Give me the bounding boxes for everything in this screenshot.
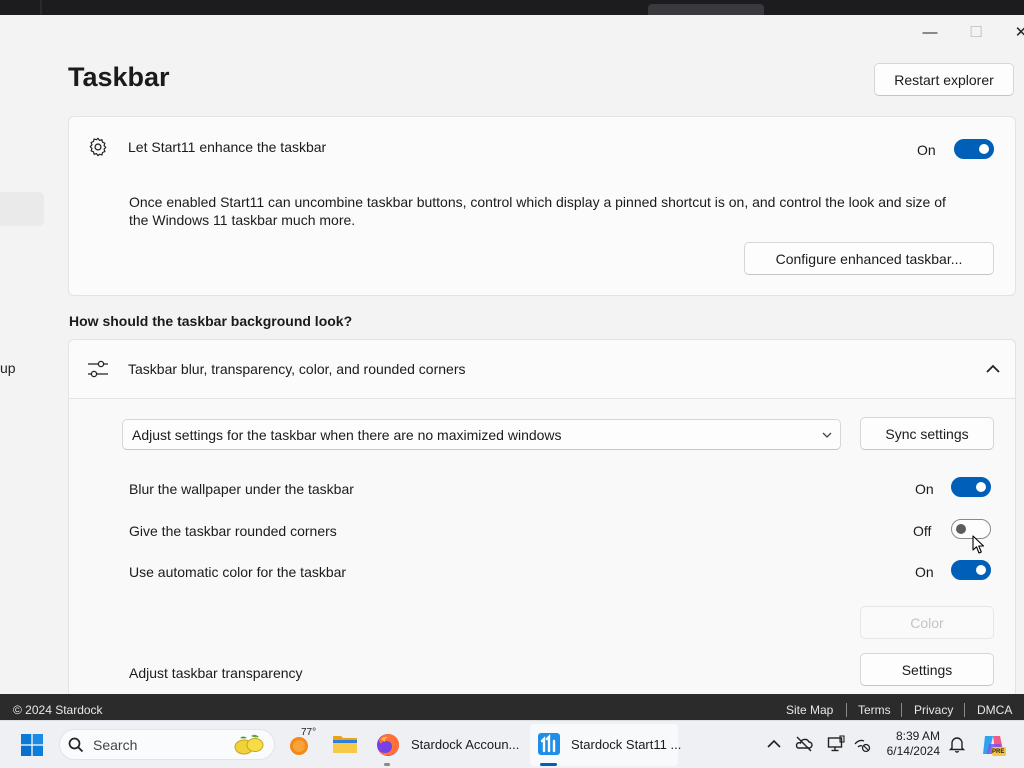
taskbar-clock[interactable]: 8:39 AM 6/14/2024: [886, 729, 940, 759]
running-indicator-browser: [384, 763, 390, 766]
start11-icon[interactable]: [537, 732, 561, 756]
file-explorer-icon[interactable]: [332, 733, 358, 755]
rounded-corners-label: Give the taskbar rounded corners: [129, 523, 337, 539]
transparency-label: Adjust taskbar transparency: [129, 665, 303, 681]
background-expander-body: Adjust settings for the taskbar when the…: [68, 398, 1016, 698]
footer-link-dmca[interactable]: DMCA: [977, 703, 1012, 717]
color-button-disabled[interactable]: Color: [860, 606, 994, 639]
taskbar-search-box[interactable]: Search: [59, 729, 275, 760]
restart-explorer-button[interactable]: Restart explorer: [874, 63, 1014, 96]
clock-time: 8:39 AM: [895, 729, 940, 743]
lemons-highlight-icon: [234, 734, 264, 755]
taskbar-app-label-browser[interactable]: Stardock Accoun...: [411, 737, 519, 752]
background-expander-header[interactable]: Taskbar blur, transparency, color, and r…: [68, 339, 1016, 399]
mouse-cursor-icon: [972, 535, 985, 554]
configure-enhanced-taskbar-button[interactable]: Configure enhanced taskbar...: [744, 242, 994, 275]
background-expander-label: Taskbar blur, transparency, color, and r…: [128, 361, 466, 377]
dropdown-value: Adjust settings for the taskbar when the…: [132, 426, 562, 443]
maximized-state-dropdown[interactable]: Adjust settings for the taskbar when the…: [122, 419, 841, 450]
running-indicator-start11: [540, 763, 557, 766]
sidebar-item-label[interactable]: up: [0, 360, 16, 376]
close-button[interactable]: ✕: [998, 19, 1024, 45]
search-placeholder: Search: [93, 737, 138, 753]
copilot-pre-badge: PRE: [992, 749, 1005, 755]
sidebar-selected-item[interactable]: [0, 192, 44, 226]
footer-copyright: © 2024 Stardock: [13, 703, 103, 717]
firefox-icon[interactable]: [375, 732, 401, 758]
site-footer: © 2024 Stardock Site Map Terms Privacy D…: [0, 694, 1024, 720]
gear-icon: [89, 137, 107, 157]
rounded-corners-state: Off: [913, 523, 932, 539]
section-heading: How should the taskbar background look?: [69, 313, 353, 329]
windows-taskbar: Search 77° Stardock Accoun... Stardock S…: [0, 720, 1024, 768]
automatic-color-toggle[interactable]: [951, 560, 991, 580]
chevron-up-icon[interactable]: [986, 364, 1000, 374]
automatic-color-state: On: [915, 564, 934, 580]
onedrive-offline-icon[interactable]: [795, 735, 813, 753]
automatic-color-label: Use automatic color for the taskbar: [129, 564, 347, 580]
weather-temperature: 77°: [301, 727, 317, 738]
enhance-taskbar-toggle[interactable]: [954, 139, 994, 159]
clock-date: 6/14/2024: [886, 744, 940, 758]
sync-settings-button[interactable]: Sync settings: [860, 417, 994, 450]
blur-wallpaper-toggle[interactable]: [951, 477, 991, 497]
enhance-taskbar-card: Let Start11 enhance the taskbar On Once …: [68, 116, 1016, 296]
footer-link-privacy[interactable]: Privacy: [914, 703, 953, 717]
enhance-description-line2: the Windows 11 taskbar much more.: [129, 212, 356, 228]
footer-link-site-map[interactable]: Site Map: [786, 703, 833, 717]
maximize-button[interactable]: ☐: [953, 19, 999, 45]
transparency-settings-button[interactable]: Settings: [860, 653, 994, 686]
chevron-down-icon: [822, 432, 832, 438]
minimize-button[interactable]: —: [907, 19, 953, 45]
notification-bell-icon[interactable]: [948, 735, 966, 753]
page-title: Taskbar: [68, 62, 170, 92]
enhance-description-line1: Once enabled Start11 can uncombine taskb…: [129, 194, 946, 210]
start11-window: — ☐ ✕ up Taskbar Restart explorer Let St…: [0, 15, 1024, 698]
sliders-icon: [88, 360, 108, 378]
search-icon: [68, 737, 84, 753]
display-icon[interactable]: [827, 735, 845, 753]
windows-start-icon[interactable]: [21, 734, 43, 756]
blur-wallpaper-state: On: [915, 481, 934, 497]
footer-link-terms[interactable]: Terms: [858, 703, 891, 717]
top-strip: [0, 0, 1024, 15]
chevron-up-tray-icon[interactable]: [765, 735, 783, 753]
enhance-taskbar-state: On: [917, 142, 936, 158]
enhance-taskbar-label: Let Start11 enhance the taskbar: [128, 139, 327, 155]
taskbar-app-label-start11[interactable]: Stardock Start11 ...: [571, 737, 681, 752]
blur-wallpaper-label: Blur the wallpaper under the taskbar: [129, 481, 354, 497]
network-disconnected-icon[interactable]: [853, 735, 871, 753]
